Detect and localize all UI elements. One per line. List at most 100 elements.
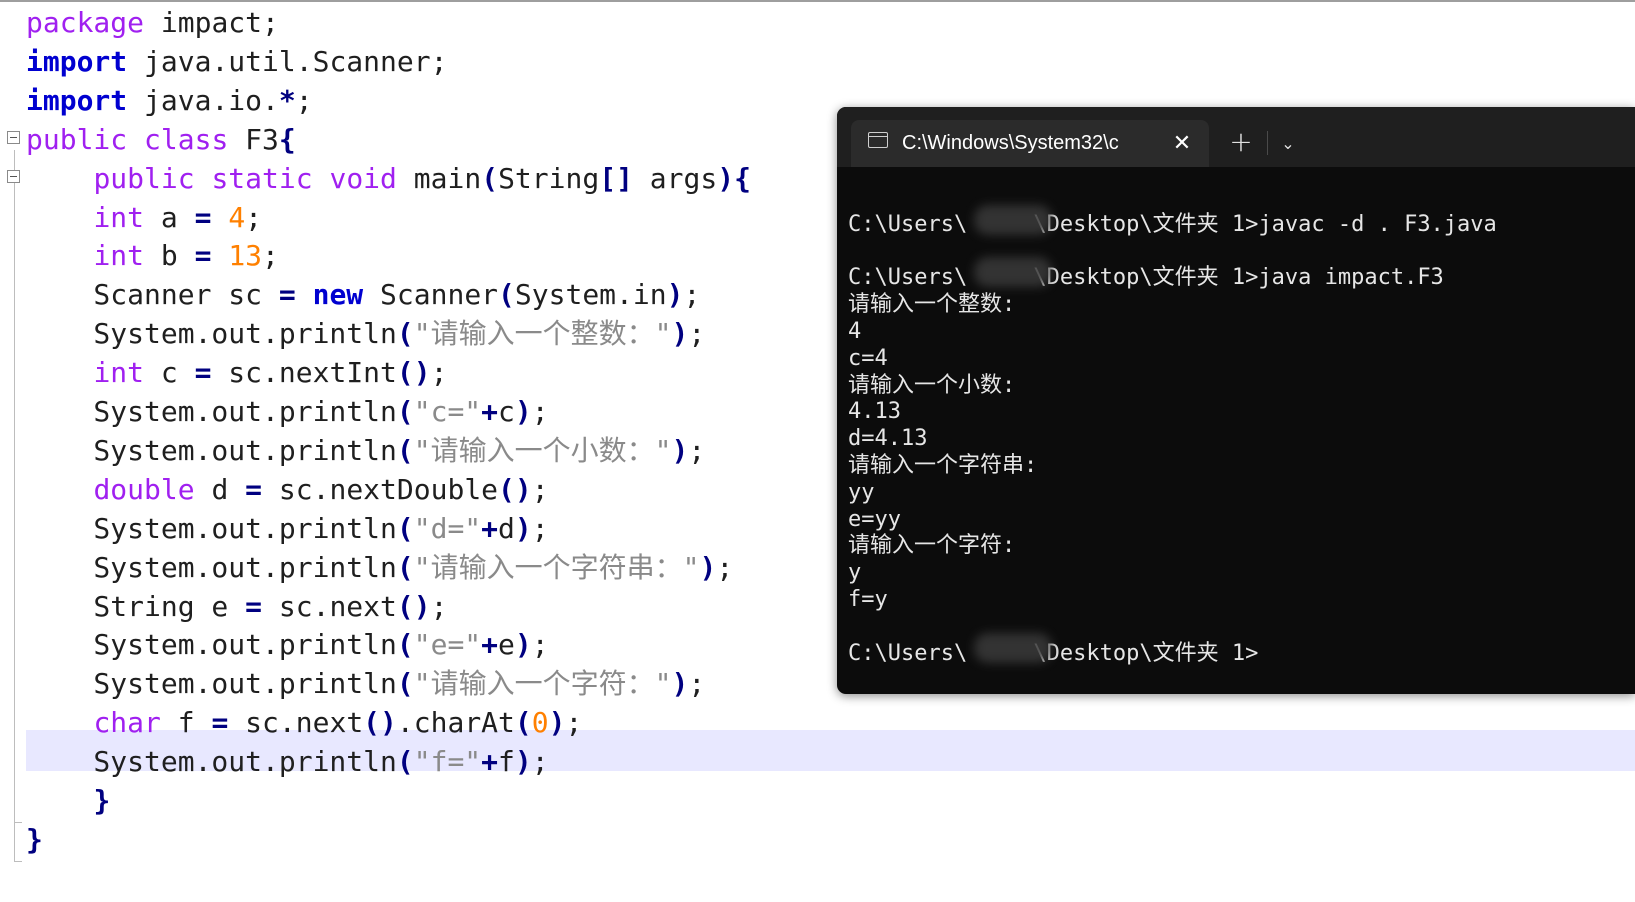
code-token: System.out.println xyxy=(26,745,397,779)
code-token: double xyxy=(93,472,195,506)
code-line[interactable]: System.out.println("请输入一个字符："); xyxy=(26,664,705,704)
code-token: [] xyxy=(599,161,633,195)
code-token: System.out.println xyxy=(26,395,397,428)
code-token: ) xyxy=(514,628,532,662)
code-token: F3 xyxy=(228,122,279,156)
code-line[interactable]: System.out.println("c="+c); xyxy=(26,392,549,432)
code-token: f xyxy=(498,745,515,779)
terminal-window[interactable]: C:\Windows\System32\c ✕ + ⌄ C:\Users\ \D… xyxy=(837,107,1635,694)
terminal-line: e=yy xyxy=(848,506,901,532)
code-token: import xyxy=(26,44,128,78)
terminal-line: d=4.13 xyxy=(848,426,928,452)
code-token: d xyxy=(194,472,246,506)
code-line[interactable]: package impact; xyxy=(26,3,279,43)
code-line[interactable]: int c = sc.nextInt(); xyxy=(26,353,447,393)
code-line[interactable]: System.out.println("请输入一个字符串："); xyxy=(26,548,733,588)
code-token: + xyxy=(481,395,499,428)
code-token: ; xyxy=(531,395,549,428)
code-token: ) xyxy=(671,317,689,351)
code-token: System.out.println xyxy=(26,511,397,545)
code-line[interactable]: import java.util.Scanner; xyxy=(26,42,447,82)
code-token: "c=" xyxy=(413,395,482,428)
code-token: args xyxy=(632,161,718,195)
code-line[interactable]: double d = sc.nextDouble(); xyxy=(26,470,548,510)
code-token: ; xyxy=(262,239,279,273)
code-token: "e=" xyxy=(413,628,482,662)
code-token: = xyxy=(245,472,263,506)
terminal-line: yy xyxy=(848,479,875,505)
fold-toggle-method-icon[interactable] xyxy=(7,170,20,183)
code-line[interactable]: System.out.println("请输入一个整数："); xyxy=(26,314,705,354)
code-line[interactable]: String e = sc.next(); xyxy=(26,587,447,627)
code-token: Scanner sc xyxy=(26,278,279,312)
code-line[interactable]: char f = sc.next().charAt(0); xyxy=(26,703,582,743)
code-token: ; xyxy=(688,667,706,701)
code-token: + xyxy=(481,511,499,545)
code-token: a xyxy=(144,200,195,234)
terminal-tab[interactable]: C:\Windows\System32\c ✕ xyxy=(851,120,1209,167)
code-token: { xyxy=(734,161,751,195)
terminal-line: 请输入一个字符串: xyxy=(848,453,1038,478)
code-token: () xyxy=(396,589,431,623)
code-token: void xyxy=(329,161,397,195)
code-token: ; xyxy=(430,589,448,623)
code-token: static xyxy=(211,161,313,195)
fold-toggle-class-icon[interactable] xyxy=(7,131,20,144)
code-token: System.out.println xyxy=(26,667,397,701)
new-tab-button[interactable]: + xyxy=(1221,120,1261,167)
code-token: } xyxy=(93,784,111,817)
chevron-down-icon[interactable]: ⌄ xyxy=(1273,120,1303,167)
code-token: ) xyxy=(671,433,689,467)
code-token: = xyxy=(211,706,229,740)
code-line[interactable]: public class F3{ xyxy=(26,120,296,160)
code-token: "f=" xyxy=(413,745,482,779)
code-token: c xyxy=(144,356,195,390)
code-line[interactable]: int a = 4; xyxy=(26,198,262,238)
terminal-line: C:\Users\ \Desktop\文件夹 1>javac -d . F3.j… xyxy=(848,211,1497,237)
code-token: System.out.println xyxy=(26,550,397,584)
code-token: "请输入一个字符：" xyxy=(413,667,672,701)
terminal-line: 请输入一个整数: xyxy=(848,292,1016,318)
close-tab-icon[interactable]: ✕ xyxy=(1169,120,1195,167)
code-token: () xyxy=(396,356,431,390)
code-token: ; xyxy=(245,200,263,234)
code-line[interactable]: System.out.println("请输入一个小数："); xyxy=(26,431,705,471)
code-token: ( xyxy=(396,628,414,662)
code-line[interactable]: Scanner sc = new Scanner(System.in); xyxy=(26,275,700,315)
code-token: System.out.println xyxy=(26,317,397,351)
code-line[interactable]: System.out.println("d="+d); xyxy=(26,509,549,549)
code-token: = xyxy=(194,239,212,273)
code-token: ; xyxy=(688,433,706,467)
code-token: String xyxy=(498,161,600,195)
code-token: String e xyxy=(26,589,246,623)
code-line[interactable]: System.out.println("f="+f); xyxy=(26,742,548,782)
code-token: "d=" xyxy=(413,511,482,545)
code-token: sc.next xyxy=(228,706,364,740)
code-line[interactable]: import java.io.*; xyxy=(26,81,313,121)
code-line[interactable]: } xyxy=(26,781,110,821)
code-token: int xyxy=(93,239,145,273)
code-token: 4 xyxy=(228,200,246,234)
code-token: System.out.println xyxy=(26,628,397,662)
code-line[interactable]: int b = 13; xyxy=(26,236,279,276)
terminal-line: C:\Users\ \Desktop\文件夹 1>java impact.F3 xyxy=(848,265,1444,291)
code-token: System.in xyxy=(514,278,667,312)
code-line[interactable]: System.out.println("e="+e); xyxy=(26,625,548,665)
code-token: ( xyxy=(396,511,414,545)
code-token: ; xyxy=(531,511,549,545)
code-token: ; xyxy=(716,550,734,584)
code-token: = xyxy=(245,589,263,623)
code-token: ( xyxy=(481,161,499,195)
terminal-tab-title: C:\Windows\System32\c xyxy=(902,132,1119,154)
code-token: ( xyxy=(396,550,414,584)
terminal-line: 4 xyxy=(848,319,862,344)
code-line[interactable]: } xyxy=(26,820,43,860)
code-line[interactable]: public static void main(String[] args){ xyxy=(26,159,751,199)
